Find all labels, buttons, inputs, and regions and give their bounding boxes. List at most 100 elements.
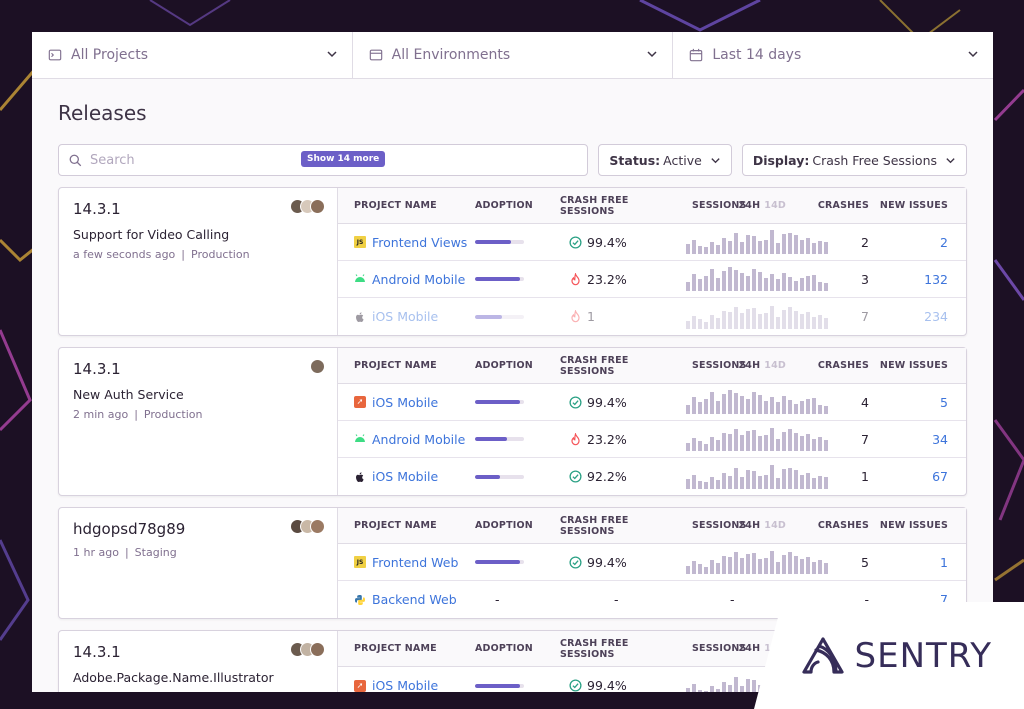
- project-link[interactable]: iOS Mobile: [372, 678, 438, 692]
- sessions-sparkline[interactable]: [686, 550, 828, 574]
- project-link[interactable]: iOS Mobile: [372, 469, 438, 484]
- sessions-range-toggle[interactable]: 24H14D: [739, 200, 787, 211]
- range-24h[interactable]: 24H: [739, 643, 761, 654]
- release-version-link[interactable]: 14.3.1: [73, 643, 323, 661]
- spark-bar: [788, 400, 792, 414]
- sessions-range-toggle[interactable]: 24H14D: [739, 520, 787, 531]
- table-row[interactable]: JS Frontend Views 99.4% 2 2: [338, 224, 966, 261]
- project-link[interactable]: iOS Mobile: [372, 309, 438, 324]
- range-24h[interactable]: 24H: [739, 200, 761, 211]
- new-issues-link[interactable]: 2: [869, 235, 966, 250]
- release-projects-table: PROJECT NAME ADOPTION CRASH FREE SESSIONS S…: [338, 508, 966, 618]
- crash-free-value: 99.4%: [587, 234, 627, 250]
- chevron-down-icon: [968, 51, 978, 58]
- spark-bar: [710, 242, 714, 254]
- sessions-sparkline[interactable]: [686, 390, 828, 414]
- spark-bar: [692, 683, 696, 692]
- table-row[interactable]: JS Frontend Web 99.4% 5 1: [338, 544, 966, 581]
- global-filter-bar: All Projects All Environments Last 14 da…: [32, 32, 993, 79]
- adoption-bar: [475, 437, 524, 441]
- author-avatars[interactable]: [290, 199, 325, 214]
- table-row[interactable]: iOS Mobile 1 7 234: [338, 298, 966, 335]
- sessions-range-toggle[interactable]: 24H14D: [739, 360, 787, 371]
- header-crashes: CRASHES: [817, 200, 869, 211]
- spark-bar: [770, 551, 774, 574]
- spark-bar: [740, 396, 744, 414]
- crash-free-value: 23.2%: [587, 431, 627, 447]
- spark-bar: [686, 320, 690, 329]
- new-issues-link[interactable]: 234: [869, 309, 966, 324]
- project-link[interactable]: Frontend Views: [372, 235, 467, 250]
- table-row[interactable]: Android Mobile 23.2% 7 34: [338, 421, 966, 458]
- release-version-link[interactable]: hdgopsd78g89: [73, 520, 323, 538]
- spark-bar: [704, 321, 708, 329]
- sessions-sparkline[interactable]: [686, 305, 828, 329]
- show-more-tooltip[interactable]: Show 14 more: [301, 151, 386, 167]
- display-filter-value: Crash Free Sessions: [812, 152, 937, 168]
- author-avatars[interactable]: [310, 359, 325, 374]
- author-avatars[interactable]: [290, 642, 325, 657]
- range-14d[interactable]: 14D: [764, 200, 786, 211]
- release-environment: Production: [143, 408, 203, 421]
- adoption-cell: [475, 400, 542, 404]
- new-issues-link[interactable]: 34: [869, 432, 966, 447]
- release-version-link[interactable]: 14.3.1: [73, 360, 323, 378]
- date-range-filter[interactable]: Last 14 days: [673, 32, 993, 78]
- author-avatars[interactable]: [290, 519, 325, 534]
- spark-bar: [782, 468, 786, 489]
- spark-bar: [800, 559, 804, 574]
- range-24h[interactable]: 24H: [739, 360, 761, 371]
- table-row[interactable]: iOS Mobile 92.2% 1 67: [338, 458, 966, 495]
- range-14d[interactable]: 14D: [764, 520, 786, 531]
- spark-bar: [776, 243, 780, 254]
- spark-bar: [698, 318, 702, 329]
- range-14d[interactable]: 14D: [764, 360, 786, 371]
- sessions-sparkline[interactable]: [686, 427, 828, 451]
- new-issues-link[interactable]: 132: [869, 272, 966, 287]
- display-filter-dropdown[interactable]: Display: Crash Free Sessions: [741, 144, 967, 176]
- spark-bar: [692, 274, 696, 291]
- spark-bar: [740, 435, 744, 451]
- spark-bar: [812, 439, 816, 451]
- project-link[interactable]: Android Mobile: [372, 272, 465, 287]
- spark-bar: [740, 685, 744, 692]
- new-issues-link[interactable]: 67: [869, 469, 966, 484]
- sessions-sparkline[interactable]: [686, 230, 828, 254]
- project-link[interactable]: Android Mobile: [372, 432, 465, 447]
- range-24h[interactable]: 24H: [739, 520, 761, 531]
- project-filter[interactable]: All Projects: [32, 32, 353, 78]
- header-crash-free: CRASH FREE SESSIONS: [560, 194, 629, 217]
- spark-bar: [758, 395, 762, 414]
- adoption-bar-fill: [475, 437, 508, 441]
- new-issues-link[interactable]: 5: [869, 395, 966, 410]
- sessions-sparkline[interactable]: [686, 464, 828, 489]
- spark-bar: [716, 317, 720, 329]
- spark-bar: [818, 405, 822, 414]
- spark-bar: [740, 312, 744, 329]
- release-version-link[interactable]: 14.3.1: [73, 200, 323, 218]
- spark-bar: [752, 269, 756, 291]
- spark-bar: [800, 436, 804, 451]
- table-header: PROJECT NAME ADOPTION CRASH FREE SESSIONS S…: [338, 348, 966, 384]
- adoption-bar-fill: [475, 474, 501, 479]
- sessions-cell: [670, 464, 828, 489]
- spark-bar: [752, 392, 756, 414]
- table-row[interactable]: Android Mobile 23.2% 3 132: [338, 261, 966, 298]
- javascript-icon: JS: [354, 236, 366, 248]
- spark-bar: [788, 233, 792, 254]
- project-link[interactable]: Frontend Web: [372, 555, 458, 570]
- project-link[interactable]: Backend Web: [372, 592, 457, 607]
- spark-bar: [776, 279, 780, 291]
- spark-bar: [746, 469, 750, 489]
- spark-bar: [686, 478, 690, 489]
- project-link[interactable]: iOS Mobile: [372, 395, 438, 410]
- new-issues-link[interactable]: 1: [869, 555, 966, 570]
- table-row[interactable]: ➚ iOS Mobile 99.4% 4 5: [338, 384, 966, 421]
- environment-filter[interactable]: All Environments: [353, 32, 674, 78]
- status-filter-dropdown[interactable]: Status: Active: [598, 144, 732, 176]
- display-filter-label: Display:: [752, 152, 810, 168]
- sessions-sparkline[interactable]: [686, 267, 828, 291]
- spark-bar: [812, 243, 816, 254]
- sentry-wordmark: SENTRY: [854, 636, 992, 676]
- spark-bar: [818, 475, 822, 489]
